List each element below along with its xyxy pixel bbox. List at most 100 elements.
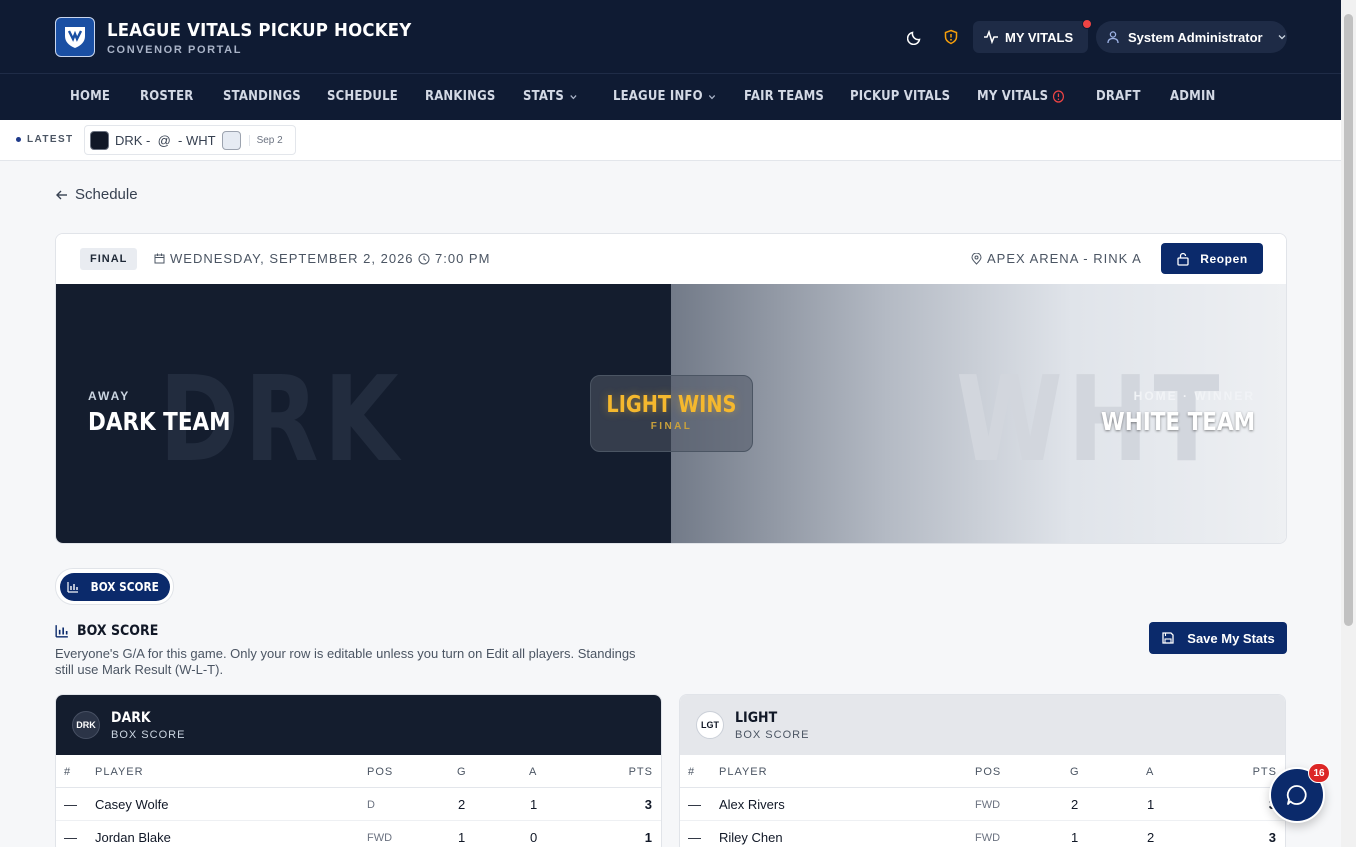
row-goals[interactable]: 1: [458, 830, 465, 845]
col-player: PLAYER: [719, 766, 768, 778]
nav-league-info[interactable]: LEAGUE INFO: [613, 89, 716, 104]
page-scrollbar[interactable]: [1341, 0, 1356, 847]
away-team-name: DARK TEAM: [88, 407, 231, 436]
nav-standings[interactable]: STANDINGS: [223, 89, 301, 104]
back-link-label: Schedule: [75, 186, 138, 203]
row-player: Alex Rivers: [719, 797, 785, 812]
latest-label: LATEST: [16, 134, 74, 145]
latest-game-card[interactable]: DRK - @ - WHT Sep 2: [84, 125, 296, 155]
scrollbar-thumb[interactable]: [1344, 14, 1353, 626]
row-player: Casey Wolfe: [95, 797, 169, 812]
nav-pickup-vitals[interactable]: PICKUP VITALS: [850, 89, 950, 104]
nav-home[interactable]: HOME: [70, 89, 110, 104]
reopen-label: Reopen: [1200, 251, 1248, 266]
table-header-row: # PLAYER POS G A PTS: [56, 755, 661, 788]
nav-schedule[interactable]: SCHEDULE: [327, 89, 398, 104]
back-to-schedule-link[interactable]: Schedule: [55, 186, 138, 203]
nav-fair-teams-label: FAIR TEAMS: [744, 89, 825, 104]
chevron-down-icon: [569, 94, 577, 99]
row-assists[interactable]: 1: [1147, 797, 1154, 812]
home-team-name: WHITE TEAM: [1101, 407, 1255, 436]
col-goals: G: [457, 766, 467, 778]
user-icon: [1107, 31, 1119, 44]
live-dot: [16, 137, 21, 142]
alert-circle-icon: [1053, 90, 1065, 103]
save-my-stats-button[interactable]: Save My Stats: [1149, 622, 1287, 654]
user-menu-button[interactable]: System Administrator: [1096, 21, 1287, 53]
table-row[interactable]: — Jordan Blake FWD 1 0 1: [56, 821, 661, 847]
chevron-down-icon: [708, 94, 715, 99]
dark-team-title: DARK: [111, 710, 151, 726]
row-goals[interactable]: 2: [1071, 797, 1078, 812]
col-goals: G: [1070, 766, 1080, 778]
light-team-subtitle: BOX SCORE: [735, 729, 810, 741]
home-winner-label: HOME · WINNER: [1133, 389, 1255, 403]
tab-box-score-label: BOX SCORE: [90, 580, 159, 594]
result-text: LIGHT WINS: [606, 392, 737, 418]
game-location-text: APEX ARENA - RINK A: [987, 251, 1142, 266]
white-team-badge: [221, 130, 241, 150]
row-points: 3: [644, 797, 652, 812]
row-assists[interactable]: 0: [530, 830, 537, 845]
dark-mode-moon-icon[interactable]: [905, 27, 925, 47]
nav-my-vitals-label: MY VITALS: [977, 89, 1049, 104]
row-goals[interactable]: 1: [1071, 830, 1078, 845]
row-assists[interactable]: 1: [530, 797, 537, 812]
dark-team-subtitle: BOX SCORE: [111, 729, 186, 741]
table-row[interactable]: — Casey Wolfe D 2 1 3: [56, 788, 661, 821]
league-logo-icon[interactable]: [55, 17, 95, 57]
light-table-header: LGT LIGHT BOX SCORE: [680, 695, 1285, 755]
nav-stats[interactable]: STATS: [523, 89, 577, 104]
row-pos: D: [367, 799, 375, 811]
col-pos: POS: [975, 766, 1002, 778]
main-nav: HOME ROSTER STANDINGS SCHEDULE RANKINGS …: [0, 74, 1341, 120]
ticker-date: Sep 2: [248, 134, 283, 146]
matchup-hero: DRK AWAY DARK TEAM WHT HOME · WINNER WHI…: [56, 284, 1286, 543]
nav-roster[interactable]: ROSTER: [140, 89, 193, 104]
dark-team-badge: [90, 130, 109, 150]
app-title[interactable]: LEAGUE VITALS PICKUP HOCKEY: [107, 20, 411, 41]
arrow-left-icon: [56, 190, 67, 199]
message-circle-icon: [1286, 785, 1307, 805]
latest-ticker: LATEST DRK - @ - WHT Sep 2: [0, 120, 1341, 161]
col-assists: A: [1146, 766, 1155, 778]
nav-draft[interactable]: DRAFT: [1096, 89, 1141, 104]
bar-chart-icon: [55, 625, 68, 638]
ticker-game-text: DRK - @ - WHT: [115, 132, 216, 148]
tab-box-score[interactable]: BOX SCORE: [60, 573, 170, 601]
calendar-icon: [154, 253, 165, 264]
row-points: 1: [644, 830, 652, 845]
row-number: —: [688, 797, 701, 812]
nav-admin[interactable]: ADMIN: [1170, 89, 1215, 104]
nav-rankings[interactable]: RANKINGS: [425, 89, 496, 104]
table-row[interactable]: — Alex Rivers FWD 2 1 3: [680, 788, 1285, 821]
table-row[interactable]: — Riley Chen FWD 1 2 3: [680, 821, 1285, 847]
row-number: —: [64, 797, 77, 812]
row-goals[interactable]: 2: [458, 797, 465, 812]
nav-pickup-vitals-label: PICKUP VITALS: [850, 89, 951, 104]
box-score-heading: BOX SCORE: [55, 623, 167, 639]
game-card: FINAL WEDNESDAY, SEPTEMBER 2, 2026 7:00 …: [55, 233, 1287, 544]
nav-fair-teams[interactable]: FAIR TEAMS: [744, 89, 824, 104]
light-team-title: LIGHT: [735, 710, 778, 726]
row-points: 3: [1268, 830, 1276, 845]
save-icon: [1162, 632, 1174, 644]
pulse-icon: [984, 30, 998, 44]
row-assists[interactable]: 2: [1147, 830, 1154, 845]
nav-stats-label: STATS: [523, 89, 564, 104]
away-team-panel: DRK AWAY DARK TEAM: [56, 284, 671, 543]
nav-admin-label: ADMIN: [1170, 89, 1216, 104]
view-tabs: BOX SCORE: [55, 568, 174, 605]
clock-icon: [418, 253, 430, 264]
col-points: PTS: [1252, 766, 1277, 778]
user-name: System Administrator: [1128, 29, 1263, 45]
chevron-down-icon: [1278, 35, 1286, 40]
dark-team-avatar: DRK: [72, 711, 100, 739]
nav-home-label: HOME: [70, 89, 111, 104]
nav-my-vitals[interactable]: MY VITALS: [977, 89, 1065, 104]
my-vitals-button[interactable]: MY VITALS: [973, 19, 1092, 53]
col-points: PTS: [628, 766, 653, 778]
shield-alert-icon[interactable]: [941, 27, 961, 47]
row-number: —: [688, 830, 701, 845]
reopen-button[interactable]: Reopen: [1161, 243, 1263, 274]
